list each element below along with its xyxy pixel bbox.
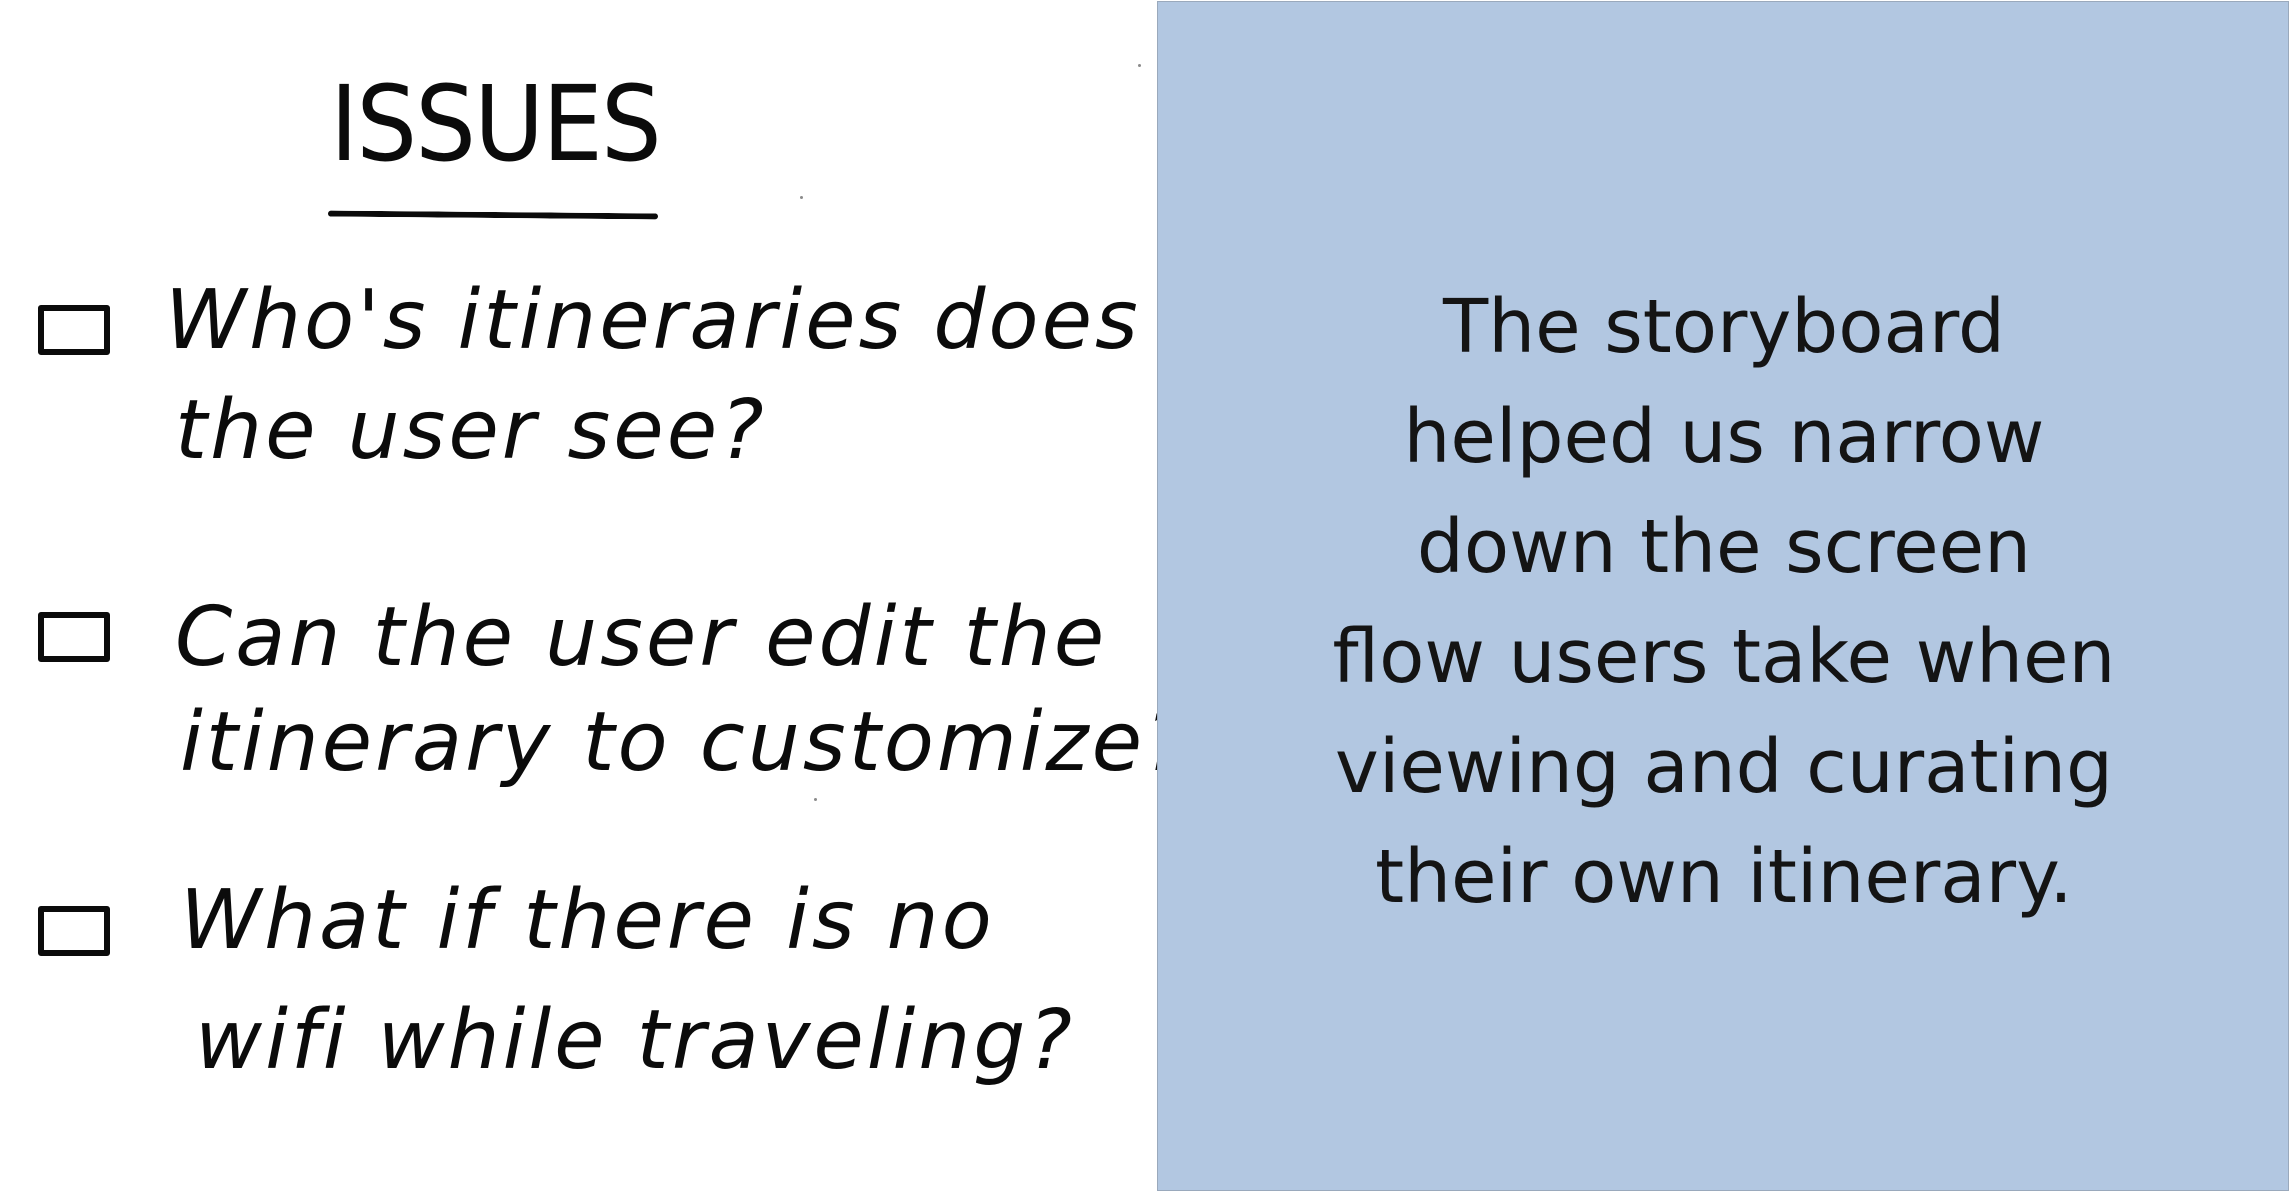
issue-line: What if there is no	[180, 873, 995, 968]
checkbox-icon	[38, 305, 110, 355]
heading-underline	[327, 210, 659, 220]
summary-line: their own itinerary.	[1375, 834, 2073, 920]
summary-line: viewing and curating	[1335, 724, 2113, 810]
checkbox-icon	[38, 612, 110, 662]
handwritten-issues-panel: ISSUES Who's itineraries does the user s…	[0, 0, 1189, 1191]
issue-line: itinerary to customize?	[180, 695, 1192, 790]
issue-line: the user see?	[175, 383, 767, 478]
issues-heading: ISSUES	[330, 63, 662, 185]
paper-speck	[800, 196, 803, 199]
storyboard-summary-panel: The storyboard helped us narrow down the…	[1157, 1, 2289, 1191]
summary-line: The storyboard	[1443, 284, 2005, 370]
summary-line: down the screen	[1416, 504, 2032, 590]
summary-line: helped us narrow	[1403, 394, 2045, 480]
summary-line: flow users take when	[1332, 614, 2116, 700]
issue-line: wifi while traveling?	[195, 993, 1075, 1088]
storyboard-summary-text: The storyboard helped us narrow down the…	[1158, 272, 2289, 932]
checkbox-icon	[38, 906, 110, 956]
paper-speck	[1138, 64, 1141, 67]
issue-line: Who's itineraries does	[165, 273, 1141, 368]
paper-speck	[814, 798, 817, 801]
issue-line: Can the user edit the	[175, 590, 1108, 685]
